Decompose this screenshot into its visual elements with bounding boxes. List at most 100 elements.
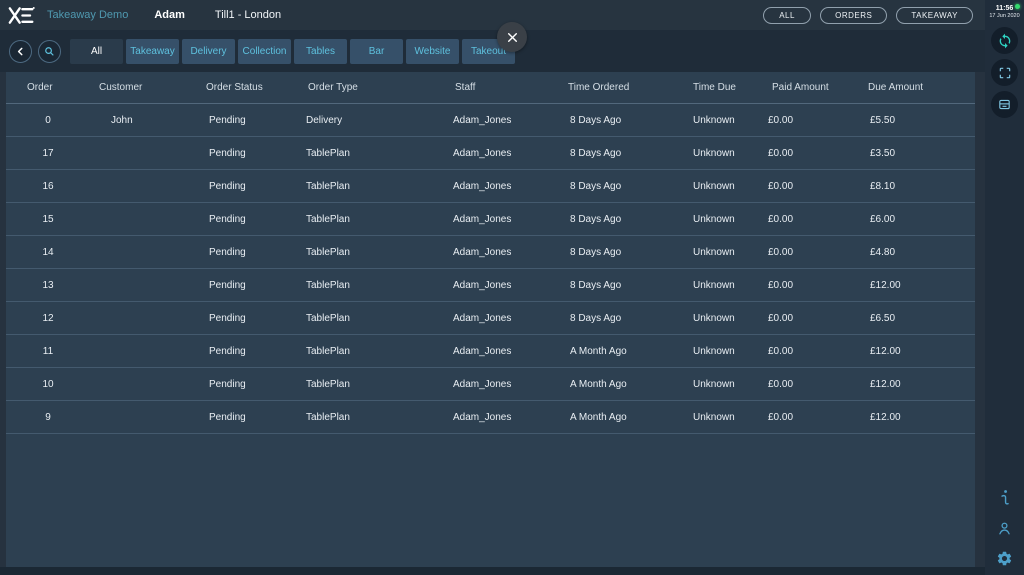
order-row[interactable]: 17 Pending TablePlan Adam_Jones 8 Days A… [6,137,975,170]
cell-paid-amount: £0.00 [760,412,858,423]
order-row[interactable]: 14 Pending TablePlan Adam_Jones 8 Days A… [6,236,975,269]
logged-in-user[interactable]: Adam [154,9,185,21]
order-row[interactable]: 0 John Pending Delivery Adam_Jones 8 Day… [6,104,975,137]
info-button[interactable] [996,488,1013,507]
order-row[interactable]: 9 Pending TablePlan Adam_Jones A Month A… [6,401,975,434]
order-type-tab[interactable]: Website [406,39,459,64]
scope-pill-button[interactable]: ALL [763,7,811,24]
cell-time-ordered: 8 Days Ago [560,214,685,225]
sidebar-bottom-icons [996,488,1013,567]
order-row[interactable]: 10 Pending TablePlan Adam_Jones A Month … [6,368,975,401]
cell-staff: Adam_Jones [445,412,560,423]
cell-paid-amount: £0.00 [760,379,858,390]
back-button[interactable] [9,40,32,63]
cell-order-type: TablePlan [300,346,445,357]
cell-order-status: Pending [200,181,300,192]
cell-time-due: Unknown [685,148,760,159]
scope-pill-button[interactable]: ORDERS [820,7,887,24]
fullscreen-icon [998,66,1012,80]
fullscreen-button[interactable] [991,59,1018,86]
cell-due-amount: £5.50 [858,115,975,126]
cell-due-amount: £12.00 [858,346,975,357]
cell-order-status: Pending [200,280,300,291]
user-button[interactable] [996,520,1013,537]
cell-due-amount: £6.50 [858,313,975,324]
bottom-strip [0,567,985,575]
cell-due-amount: £12.00 [858,412,975,423]
order-type-tabs: All Takeaway Delivery Collection Tables … [70,39,518,64]
cell-order-type: TablePlan [300,280,445,291]
order-row[interactable]: 15 Pending TablePlan Adam_Jones 8 Days A… [6,203,975,236]
brand-logo-icon [8,6,35,25]
order-row[interactable]: 12 Pending TablePlan Adam_Jones 8 Days A… [6,302,975,335]
cell-customer: John [90,115,200,126]
cell-due-amount: £3.50 [858,148,975,159]
cell-order-number: 13 [6,280,90,291]
order-type-tab[interactable]: Bar [350,39,403,64]
order-type-tab[interactable]: Delivery [182,39,235,64]
sync-button[interactable] [991,27,1018,54]
cell-staff: Adam_Jones [445,346,560,357]
cell-due-amount: £6.00 [858,214,975,225]
cell-order-number: 11 [6,346,90,357]
online-status-dot [1015,4,1020,9]
clock-block: 11:56 17 Jun 2020 [985,0,1024,20]
user-icon [996,520,1013,537]
cell-order-type: TablePlan [300,247,445,258]
cell-paid-amount: £0.00 [760,115,858,126]
cell-order-status: Pending [200,214,300,225]
cell-order-number: 16 [6,181,90,192]
column-header: Paid Amount [760,82,858,93]
order-row[interactable]: 13 Pending TablePlan Adam_Jones 8 Days A… [6,269,975,302]
cell-order-status: Pending [200,379,300,390]
cell-order-type: TablePlan [300,412,445,423]
settings-button[interactable] [996,550,1013,567]
cell-due-amount: £8.10 [858,181,975,192]
cell-order-type: TablePlan [300,214,445,225]
cell-paid-amount: £0.00 [760,148,858,159]
close-button[interactable] [497,22,527,52]
column-header: Order [6,82,90,93]
cell-time-ordered: 8 Days Ago [560,181,685,192]
cell-time-due: Unknown [685,214,760,225]
order-type-tab[interactable]: All [70,39,123,64]
order-row[interactable]: 16 Pending TablePlan Adam_Jones 8 Days A… [6,170,975,203]
cell-order-status: Pending [200,313,300,324]
search-button[interactable] [38,40,61,63]
cell-order-number: 0 [6,115,90,126]
order-type-tab[interactable]: Tables [294,39,347,64]
cell-order-number: 17 [6,148,90,159]
cell-order-type: TablePlan [300,313,445,324]
scope-pill-button[interactable]: TAKEAWAY [896,7,973,24]
cell-order-number: 10 [6,379,90,390]
cell-paid-amount: £0.00 [760,280,858,291]
cell-order-type: TablePlan [300,181,445,192]
sync-icon [997,33,1013,49]
cell-staff: Adam_Jones [445,115,560,126]
cell-due-amount: £12.00 [858,280,975,291]
cell-paid-amount: £0.00 [760,247,858,258]
column-header: Time Due [685,82,760,93]
gear-icon [996,550,1013,567]
column-header: Time Ordered [560,82,685,93]
order-type-tab[interactable]: Takeaway [126,39,179,64]
cell-time-due: Unknown [685,280,760,291]
till-location[interactable]: Till1 - London [215,9,281,21]
cell-staff: Adam_Jones [445,280,560,291]
order-type-tab[interactable]: Collection [238,39,291,64]
cell-order-status: Pending [200,148,300,159]
cell-staff: Adam_Jones [445,181,560,192]
cell-order-status: Pending [200,247,300,258]
cell-time-ordered: A Month Ago [560,379,685,390]
chevron-left-icon [13,44,28,59]
close-icon [506,31,519,44]
cell-order-number: 12 [6,313,90,324]
cell-staff: Adam_Jones [445,214,560,225]
order-row[interactable]: 11 Pending TablePlan Adam_Jones A Month … [6,335,975,368]
cell-paid-amount: £0.00 [760,346,858,357]
cell-time-due: Unknown [685,115,760,126]
column-header: Due Amount [858,82,975,93]
filter-tab-strip: All Takeaway Delivery Collection Tables … [0,30,985,72]
cash-drawer-button[interactable] [991,91,1018,118]
cell-time-ordered: 8 Days Ago [560,280,685,291]
